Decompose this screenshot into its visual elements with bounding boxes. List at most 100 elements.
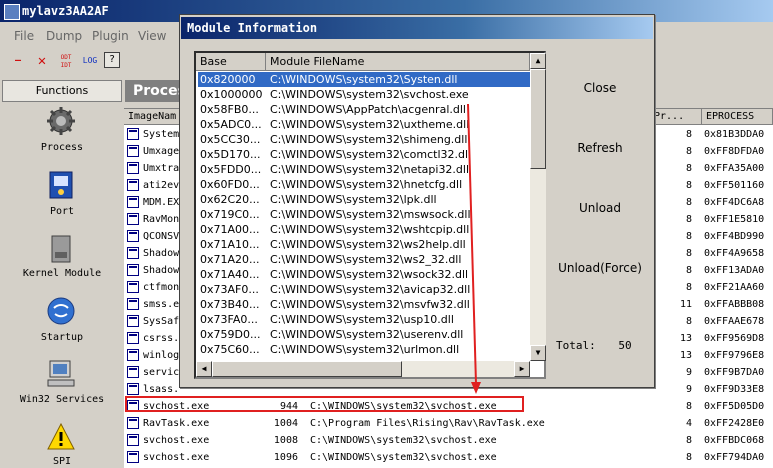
process-row[interactable]: RavTask.exe 1004 C:\Program Files\Rising\R… [124,415,773,432]
process-eprocess: 0xFF501160 [704,180,765,191]
scroll-down-icon[interactable]: ▼ [530,345,546,361]
column-header-priority[interactable]: Pr... [650,109,702,125]
module-filename: C:\WINDOWS\AppPatch\acgenral.dll [270,103,466,116]
module-filename: C:\WINDOWS\system32\avicap32.dll [270,283,471,296]
process-icon [127,196,139,208]
process-eprocess: 0xFFBDC068 [704,435,765,446]
process-eprocess: 0xFF9B7DA0 [704,367,765,378]
module-list[interactable]: Base Module FileName 0x820000 C:\WINDOWS\… [194,51,546,379]
column-header-eprocess[interactable]: EPROCESS [702,109,773,125]
scroll-thumb[interactable] [530,69,546,169]
odt-idt-tool-button[interactable]: ODT IDT [56,54,76,72]
process-priority: 8 [685,129,692,140]
module-filename: C:\WINDOWS\system32\shimeng.dll [270,133,468,146]
functions-sidebar: Functions Process Port Kernel Module Sta… [2,80,122,467]
sidebar-title: Functions [2,80,122,102]
computer-icon [47,360,75,387]
process-name: Umxage [143,146,180,157]
module-base: 0x820000 [200,73,256,86]
process-name: svchost.exe [143,452,210,463]
module-filename: C:\WINDOWS\system32\msvfw32.dll [270,298,470,311]
module-base: 0x73B40... [200,298,260,311]
process-priority: 13 [679,350,692,361]
module-row[interactable]: 0x5FDD0... C:\WINDOWS\system32\netapi32.d… [198,162,530,177]
module-row[interactable]: 0x820000 C:\WINDOWS\system32\Systen.dll [198,72,530,87]
module-row[interactable]: 0x60FD0... C:\WINDOWS\system32\hnetcfg.dl… [198,177,530,192]
total-value: 50 [618,339,632,352]
module-row[interactable]: 0x75C60... C:\WINDOWS\system32\urlmon.dll [198,342,530,357]
module-base: 0x71A20... [200,253,260,266]
sidebar-item-label: Win32 Services [19,394,105,405]
module-row[interactable]: 0x5D170... C:\WINDOWS\system32\comctl32.d… [198,147,530,162]
horizontal-scrollbar[interactable]: ◀ ▶ [196,361,530,377]
process-eprocess: 0xFFABBB08 [704,299,765,310]
module-row[interactable]: 0x73FA0... C:\WINDOWS\system32\usp10.dll [198,312,530,327]
menu-file[interactable]: File [14,29,34,43]
menu-dump[interactable]: Dump [46,29,82,43]
process-icon [127,451,139,463]
module-row[interactable]: 0x58FB0... C:\WINDOWS\AppPatch\acgenral.d… [198,102,530,117]
unload-button[interactable]: Unload [550,195,650,221]
module-filename: C:\WINDOWS\system32\uxtheme.dll [270,118,470,131]
module-row[interactable]: 0x62C20... C:\WINDOWS\system32\lpk.dll [198,192,530,207]
process-eprocess: 0x81B3DDA0 [704,129,765,140]
process-row[interactable]: svchost.exe 1096 C:\WINDOWS\system32\svcho… [124,449,773,466]
process-icon [127,247,139,259]
column-header-module-filename[interactable]: Module FileName [266,53,530,71]
unload-force-button[interactable]: Unload(Force) [550,255,650,281]
menu-view[interactable]: View [138,29,166,43]
process-priority: 8 [685,146,692,157]
dialog-title-bar: Module Information [181,17,653,39]
process-pid: 1008 [273,435,298,446]
process-priority: 8 [685,401,692,412]
sidebar-item-kernel-module[interactable]: Kernel Module [2,234,122,286]
module-row[interactable]: 0x719C0... C:\WINDOWS\system32\mswsock.dl… [198,207,530,222]
module-row[interactable]: 0x5CC30... C:\WINDOWS\system32\shimeng.dl… [198,132,530,147]
process-eprocess: 0xFFA35A00 [704,163,765,174]
dialog-title: Module Information [187,21,318,35]
kill-tool-button[interactable]: ✕ [34,52,50,70]
process-priority: 8 [685,452,692,463]
app-icon [4,4,20,20]
process-eprocess: 0xFFAAE678 [704,316,765,327]
close-button[interactable]: Close [550,75,650,101]
module-row[interactable]: 0x71A20... C:\WINDOWS\system32\ws2_32.dll [198,252,530,267]
module-row[interactable]: 0x71A40... C:\WINDOWS\system32\wsock32.dl… [198,267,530,282]
refresh-button[interactable]: Refresh [550,135,650,161]
module-filename: C:\WINDOWS\system32\Systen.dll [270,73,458,86]
module-row[interactable]: 0x5ADC0... C:\WINDOWS\system32\uxtheme.dl… [198,117,530,132]
module-row[interactable]: 0x71A00... C:\WINDOWS\system32\wshtcpip.d… [198,222,530,237]
process-name: Shadow [143,265,180,276]
module-row[interactable]: 0x73AF0... C:\WINDOWS\system32\avicap32.d… [198,282,530,297]
scroll-left-icon[interactable]: ◀ [196,361,212,377]
minimize-tool-button[interactable]: — [10,52,26,70]
sidebar-item-spi[interactable]: SPI [2,422,122,467]
process-icon [127,434,139,446]
scroll-thumb-horizontal[interactable] [212,361,402,377]
process-eprocess: 0xFF5D05D0 [704,401,765,412]
scroll-right-icon[interactable]: ▶ [514,361,530,377]
module-base: 0x5ADC0... [200,118,262,131]
module-filename: C:\WINDOWS\system32\comctl32.dll [270,148,472,161]
sidebar-item-label: SPI [52,456,72,467]
module-row[interactable]: 0x759D0... C:\WINDOWS\system32\userenv.dl… [198,327,530,342]
module-row[interactable]: 0x71A10... C:\WINDOWS\system32\ws2help.dl… [198,237,530,252]
process-row[interactable]: svchost.exe 1008 C:\WINDOWS\system32\svcho… [124,432,773,449]
menu-plugin[interactable]: Plugin [92,29,129,43]
process-eprocess: 0xFF13ADA0 [704,265,765,276]
module-row[interactable]: 0x73B40... C:\WINDOWS\system32\msvfw32.dl… [198,297,530,312]
sidebar-item-port[interactable]: Port [2,170,122,222]
vertical-scrollbar[interactable]: ▲ ▼ [530,53,546,361]
module-row[interactable]: 0x1000000 C:\WINDOWS\system32\svchost.exe [198,87,530,102]
column-header-base[interactable]: Base [196,53,266,71]
sidebar-item-win32-services[interactable]: Win32 Services [2,358,122,410]
help-tool-button[interactable]: ? [104,52,120,68]
process-icon [127,315,139,327]
drive-icon [51,235,71,263]
sidebar-item-process[interactable]: Process [2,106,122,158]
process-name: svchost.exe [143,435,210,446]
scroll-up-icon[interactable]: ▲ [530,53,546,69]
log-tool-button[interactable]: LOG [80,52,100,70]
sidebar-item-startup[interactable]: Startup [2,296,122,348]
module-filename: C:\WINDOWS\system32\urlmon.dll [270,343,460,356]
